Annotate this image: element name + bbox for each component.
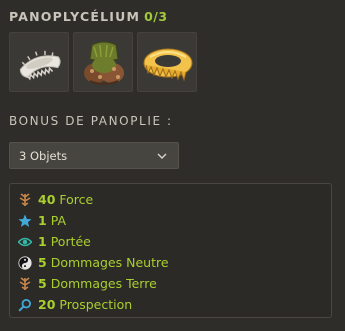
mushroom-cloak-icon [84, 41, 124, 85]
set-item-1[interactable] [9, 32, 69, 92]
set-title: PANOPLYCÉLIUM 0/3 [9, 9, 168, 24]
set-item-3[interactable] [137, 32, 197, 92]
chevron-down-icon [157, 153, 167, 159]
star-icon [18, 214, 32, 227]
set-count: 0/3 [144, 9, 168, 24]
strength-icon [19, 193, 31, 206]
effect-label: Portée [50, 234, 91, 249]
effect-value: 5 [38, 255, 47, 270]
earth-icon [19, 277, 31, 290]
effect-value: 1 [38, 213, 47, 228]
set-item-2[interactable] [73, 32, 133, 92]
bonus-title: BONUS DE PANOPLIE : [9, 114, 173, 128]
yin-yang-icon [18, 256, 32, 270]
bonus-effects-list: 40Force 1PA 1Portée 5Dommages Neutre [9, 183, 332, 318]
bonus-item-count-select[interactable]: 3 Objets [9, 142, 179, 169]
effect-label: Force [59, 192, 94, 207]
set-panel: PANOPLYCÉLIUM 0/3 BONUS DE PANOPLIE: 3 … [0, 0, 345, 331]
effect-label: Dommages Terre [50, 276, 157, 291]
magnifier-icon [18, 298, 31, 312]
white-fur-collar-icon [19, 50, 61, 81]
eye-icon [18, 237, 32, 247]
effect-label: Dommages Neutre [50, 255, 169, 270]
effect-label: Prospection [59, 297, 133, 312]
effect-value: 1 [38, 234, 47, 249]
straw-ring-belt-icon [143, 48, 193, 82]
effect-value: 5 [38, 276, 47, 291]
effect-value: 20 [38, 297, 56, 312]
bonus-select-value: 3 Objets [19, 149, 68, 163]
effect-label: PA [50, 213, 66, 228]
set-name: PANOPLYCÉLIUM [9, 9, 141, 24]
effect-value: 40 [38, 192, 56, 207]
